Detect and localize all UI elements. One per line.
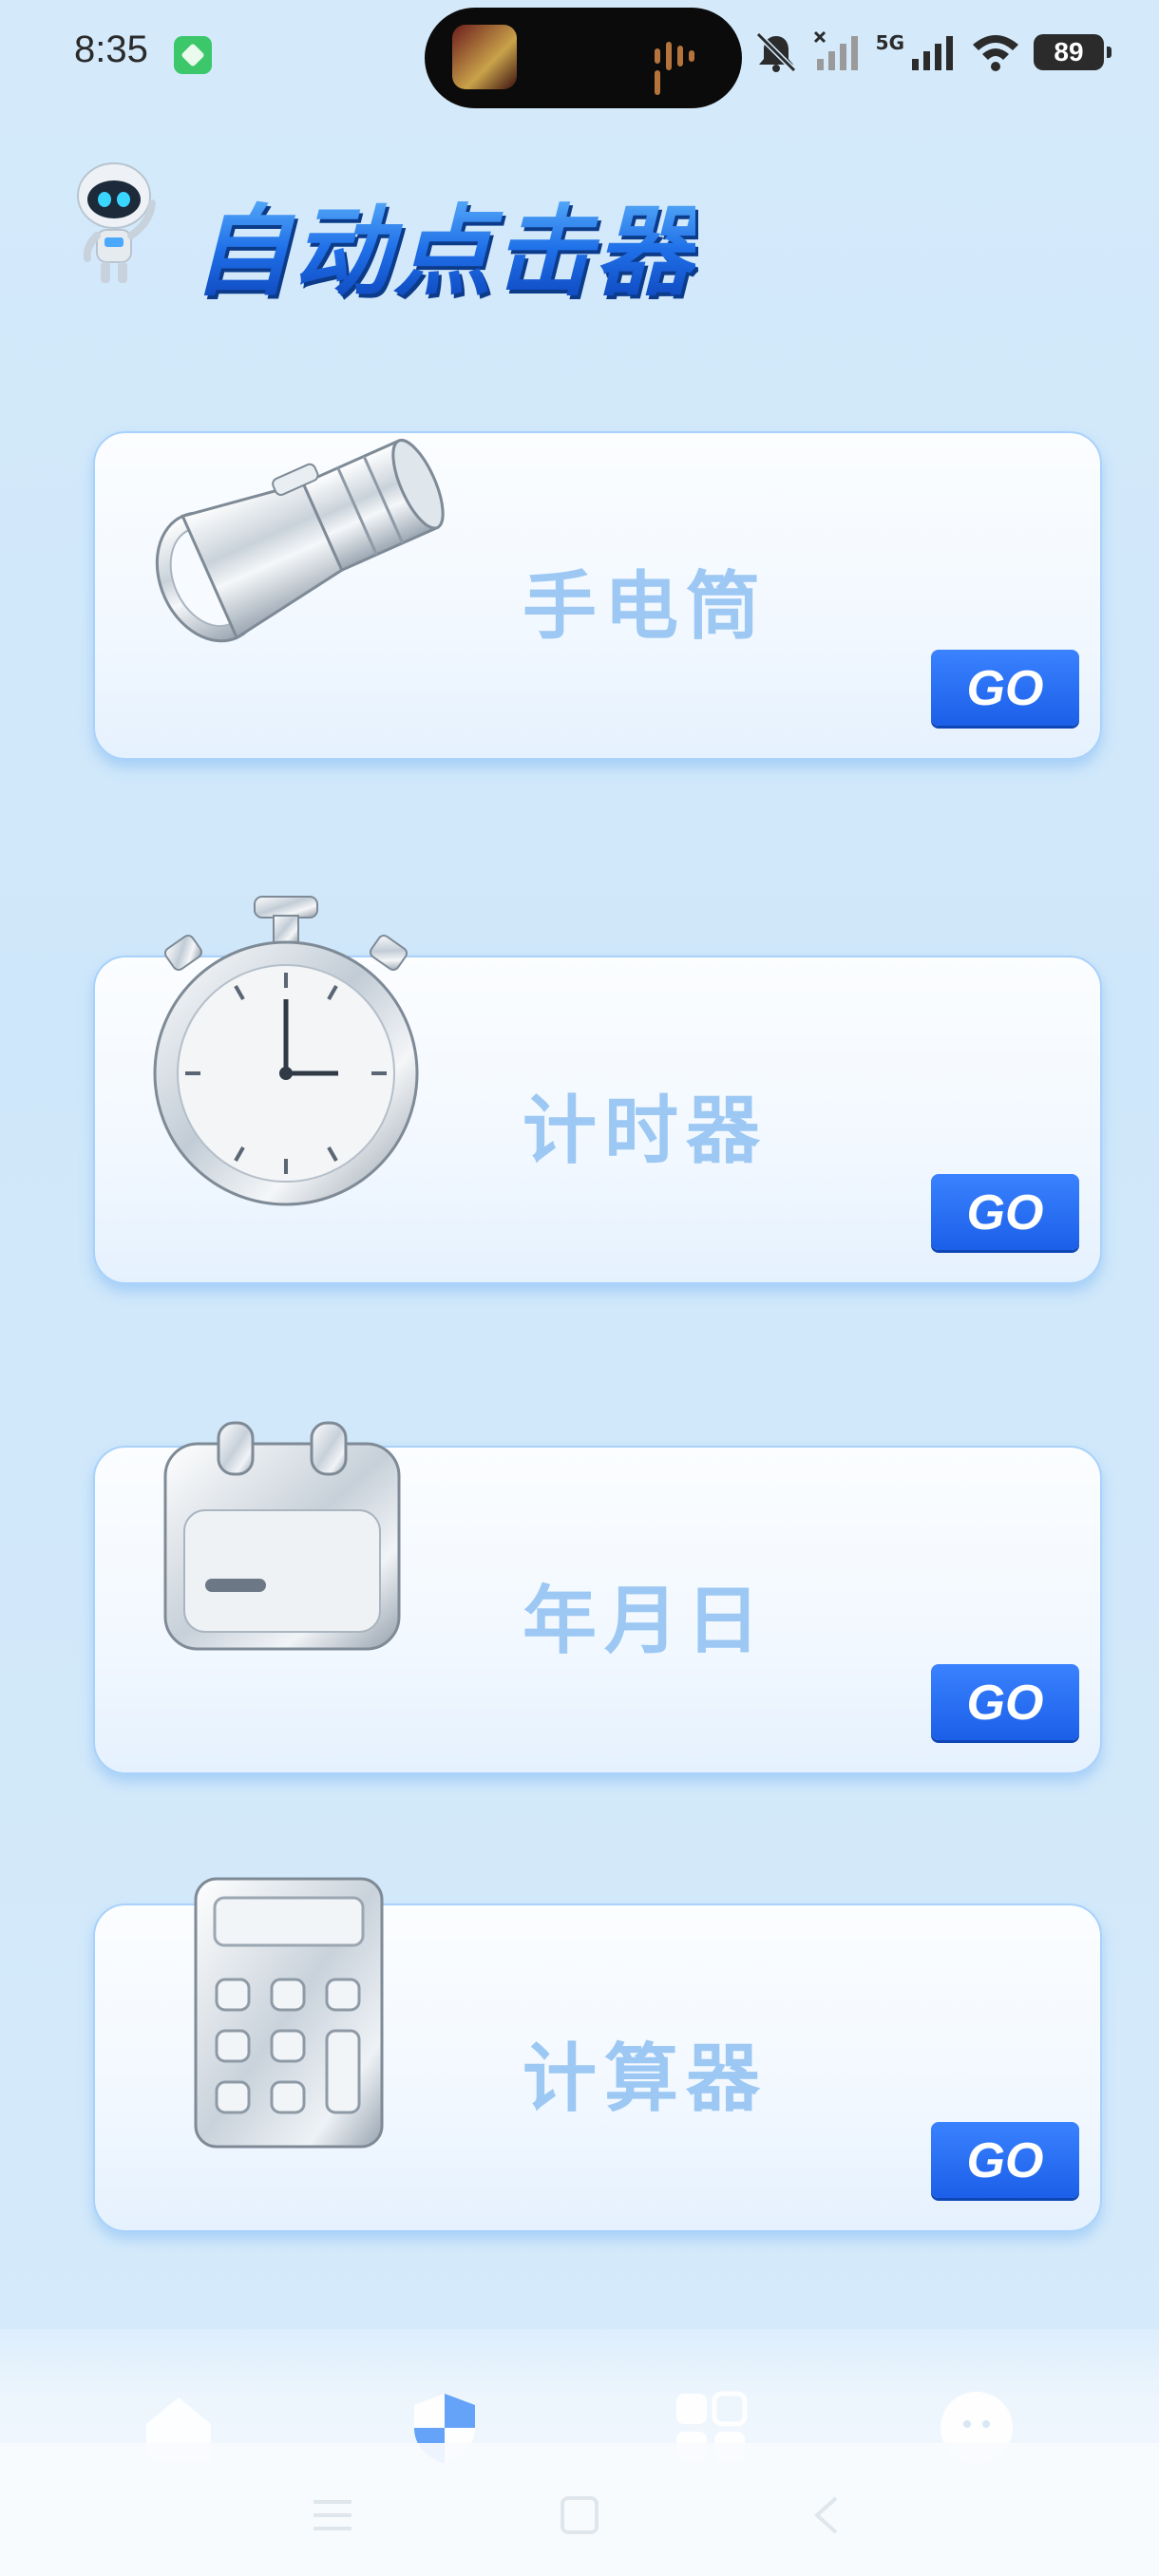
- home-square-icon[interactable]: [557, 2492, 602, 2538]
- menu-icon[interactable]: [310, 2492, 355, 2538]
- dynamic-island[interactable]: [425, 8, 742, 108]
- robot-mascot-icon: [77, 162, 156, 283]
- calculator-card[interactable]: 计算器 GO: [93, 1877, 1102, 2232]
- audio-wave-icon: [655, 42, 710, 95]
- calculator-icon: [194, 1877, 384, 2149]
- system-navigation-bar: [0, 2443, 1159, 2576]
- status-icons: 5G 89: [752, 21, 1112, 84]
- signal-sim1-icon: [813, 30, 858, 70]
- bottom-navigation: [0, 2329, 1159, 2576]
- app-title: 自动点击器: [192, 171, 695, 314]
- app-notification-icon: [174, 36, 212, 74]
- mute-bell-icon: [755, 31, 796, 73]
- stopwatch-icon: [153, 896, 419, 1206]
- go-button[interactable]: GO: [931, 650, 1079, 726]
- go-button[interactable]: GO: [931, 1174, 1079, 1250]
- card-title: 计算器: [522, 2036, 769, 2122]
- signal-sim2-icon: [912, 36, 953, 70]
- go-button[interactable]: GO: [931, 2122, 1079, 2198]
- card-title: 手电筒: [522, 563, 769, 650]
- back-icon[interactable]: [804, 2492, 849, 2538]
- calendar-icon: [163, 1421, 401, 1651]
- network-type-label: 5G: [875, 31, 904, 54]
- battery-indicator: 89: [1034, 34, 1112, 70]
- wifi-icon: [973, 35, 1018, 71]
- media-artwork: [452, 25, 517, 89]
- flashlight-icon: [155, 438, 445, 643]
- go-button[interactable]: GO: [931, 1664, 1079, 1740]
- card-title: 计时器: [522, 1088, 769, 1174]
- timer-card[interactable]: 计时器 GO: [93, 896, 1102, 1284]
- status-bar: 8:35 5G 89: [0, 0, 1159, 108]
- date-card[interactable]: 年月日 GO: [93, 1421, 1102, 1774]
- card-title: 年月日: [522, 1578, 769, 1664]
- clock: 8:35: [74, 28, 148, 70]
- flashlight-card[interactable]: 手电筒 GO: [93, 431, 1102, 760]
